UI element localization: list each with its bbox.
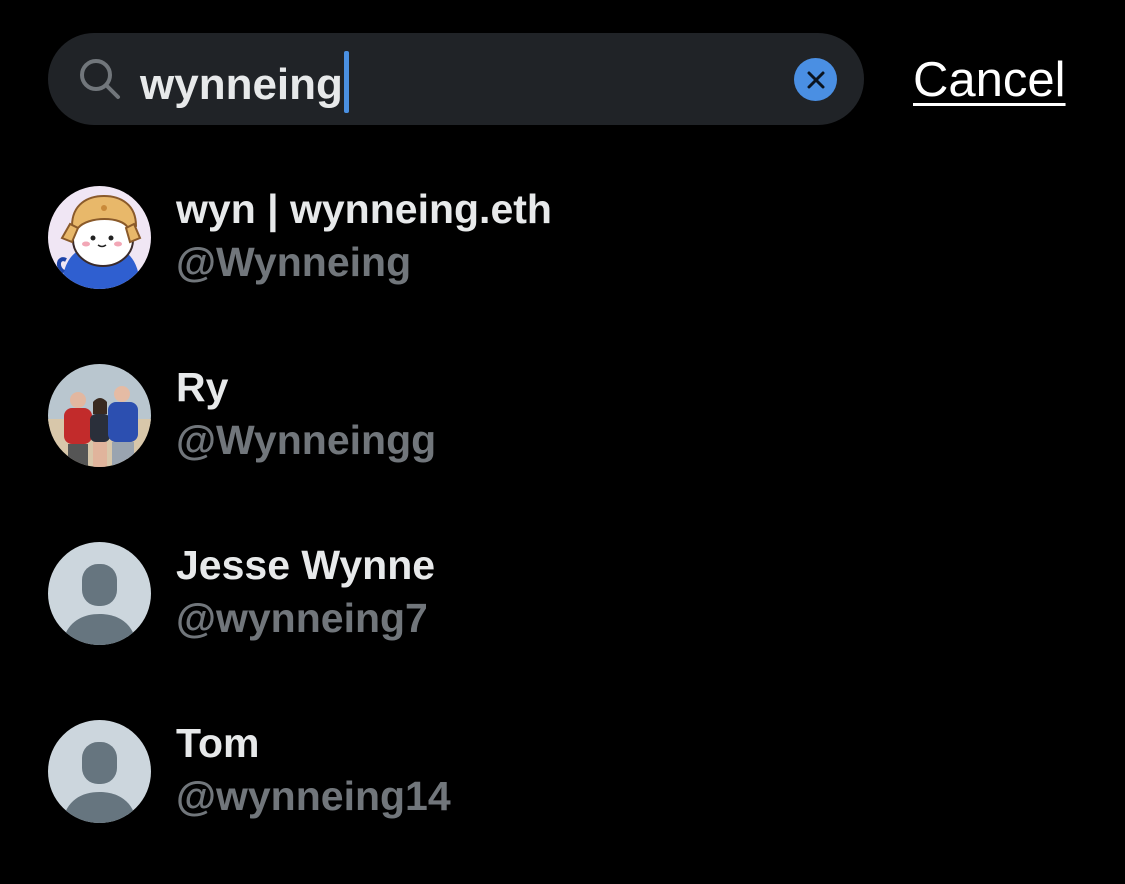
result-name: wyn | wynneing.eth [176,186,552,232]
cartoon-seal-avatar [48,186,151,289]
result-handle: @wynneing14 [176,773,451,819]
result-handle: @Wynneing [176,239,412,285]
result-name: Tom [176,720,260,766]
close-icon [807,71,825,89]
search-query-text: wynneing [140,60,343,109]
result-handle: @Wynneingg [176,417,437,463]
search-field[interactable]: wynneing [48,33,864,125]
result-item-jesse-wynne[interactable]: Jesse Wynne @wynneing7 [0,536,1125,706]
search-bar-row: wynneing Cancel [0,0,1125,150]
group-photo-avatar [48,364,151,467]
cancel-button[interactable]: Cancel [913,50,1066,110]
clear-search-button[interactable] [794,58,837,101]
text-cursor [343,51,349,113]
result-item-ry[interactable]: Ry @Wynneingg [0,358,1125,528]
default-avatar [48,720,151,823]
search-input[interactable]: wynneing [140,51,349,113]
result-name: Jesse Wynne [176,542,436,588]
result-handle: @wynneing7 [176,595,428,641]
default-avatar [48,542,151,645]
result-name: Ry [176,364,229,410]
search-icon [78,57,122,101]
result-item-wynneing[interactable]: wyn | wynneing.eth @Wynneing [0,180,1125,350]
result-item-tom[interactable]: Tom @wynneing14 [0,714,1125,884]
